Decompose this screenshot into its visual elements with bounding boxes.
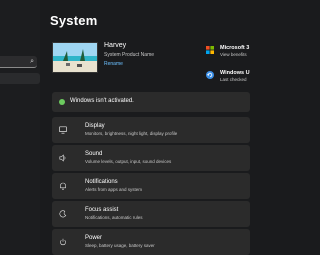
device-product-name: System Product Name — [104, 52, 155, 58]
settings-item-subtitle: Monitors, brightness, night light, displ… — [85, 131, 178, 136]
status-dot-icon — [59, 99, 65, 105]
main-content: System Harvey System Product Name Rename… — [40, 0, 250, 255]
display-icon — [59, 126, 67, 134]
activation-text: Windows isn't activated. — [70, 98, 134, 104]
search-input[interactable]: ⌕ — [0, 56, 37, 68]
settings-item-title: Focus assist — [85, 207, 119, 213]
settings-item-power[interactable]: Power Sleep, battery usage, battery save… — [52, 229, 250, 255]
beach-wallpaper-image — [53, 43, 97, 72]
settings-item-title: Power — [85, 235, 103, 241]
settings-item-subtitle: Notifications, automatic rules — [85, 215, 143, 220]
focus-assist-icon — [59, 210, 67, 218]
microsoft-365-subtitle: View benefits — [220, 52, 247, 57]
windows-update-subtitle: Last checked — [220, 77, 247, 82]
windows-update-title: Windows U — [220, 70, 250, 76]
settings-item-subtitle: Sleep, battery usage, battery saver — [85, 243, 155, 248]
settings-item-title: Sound — [85, 151, 103, 157]
rename-link[interactable]: Rename — [104, 61, 123, 67]
settings-item-title: Display — [85, 123, 105, 129]
settings-item-notifications[interactable]: Notifications Alerts from apps and syste… — [52, 173, 250, 199]
settings-item-sound[interactable]: Sound Volume levels, output, input, soun… — [52, 145, 250, 171]
device-name: Harvey — [104, 42, 127, 49]
windows-update-icon — [206, 71, 214, 79]
settings-item-subtitle: Volume levels, output, input, sound devi… — [85, 159, 172, 164]
microsoft-365-title: Microsoft 3 — [220, 45, 250, 51]
sidebar: ⌕ — [0, 0, 40, 250]
power-icon — [60, 238, 66, 246]
settings-item-subtitle: Alerts from apps and system — [85, 187, 143, 192]
sidebar-item-selected[interactable] — [0, 73, 40, 84]
settings-item-focus-assist[interactable]: Focus assist Notifications, automatic ru… — [52, 201, 250, 227]
activation-banner[interactable]: Windows isn't activated. — [52, 92, 250, 112]
notifications-icon — [60, 182, 66, 190]
search-icon[interactable]: ⌕ — [30, 57, 34, 66]
device-wallpaper-thumbnail — [52, 42, 98, 73]
sound-icon — [59, 154, 66, 162]
page-title: System — [50, 13, 98, 28]
settings-item-title: Notifications — [85, 179, 118, 185]
settings-item-display[interactable]: Display Monitors, brightness, night ligh… — [52, 117, 250, 143]
microsoft-365-icon — [206, 46, 214, 54]
